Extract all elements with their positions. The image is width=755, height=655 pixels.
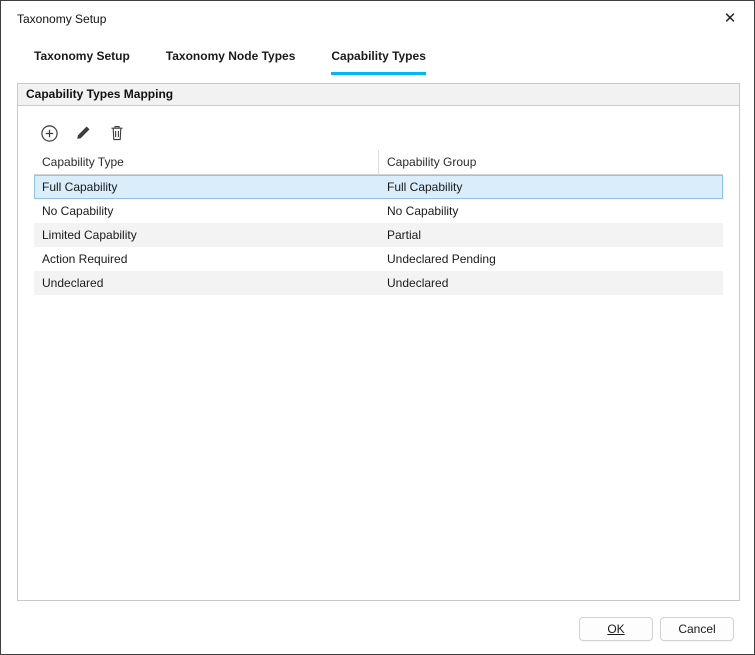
delete-button[interactable]: [106, 122, 128, 144]
column-header-capability-group[interactable]: Capability Group: [379, 155, 723, 169]
cell-capability-group: Undeclared Pending: [379, 252, 723, 266]
ok-button[interactable]: OK: [579, 617, 653, 641]
delete-trash-icon: [109, 124, 125, 142]
tab-taxonomy-node-types[interactable]: Taxonomy Node Types: [166, 49, 296, 75]
table-row[interactable]: Undeclared Undeclared: [34, 271, 723, 295]
group-title: Capability Types Mapping: [18, 84, 739, 106]
cell-capability-group: Undeclared: [379, 276, 723, 290]
cell-capability-group: Partial: [379, 228, 723, 242]
ok-button-label: OK: [607, 622, 624, 636]
table-row[interactable]: Full Capability Full Capability: [34, 175, 723, 199]
cell-capability-group: Full Capability: [379, 180, 723, 194]
add-button[interactable]: [38, 122, 60, 144]
edit-button[interactable]: [72, 122, 94, 144]
edit-pencil-icon: [75, 125, 91, 141]
cell-capability-type: Action Required: [34, 252, 379, 266]
table-header-row: Capability Type Capability Group: [34, 150, 723, 175]
tab-taxonomy-setup[interactable]: Taxonomy Setup: [34, 49, 130, 75]
tab-capability-types[interactable]: Capability Types: [331, 49, 425, 75]
table-row[interactable]: Action Required Undeclared Pending: [34, 247, 723, 271]
capability-types-mapping-group: Capability Types Mapping: [17, 83, 740, 601]
add-circle-icon: [40, 124, 59, 143]
window-title: Taxonomy Setup: [17, 12, 106, 26]
mapping-toolbar: [38, 122, 128, 144]
cell-capability-type: Undeclared: [34, 276, 379, 290]
cell-capability-type: Full Capability: [34, 180, 379, 194]
table-row[interactable]: No Capability No Capability: [34, 199, 723, 223]
cell-capability-type: Limited Capability: [34, 228, 379, 242]
taxonomy-setup-dialog: Taxonomy Setup ✕ Taxonomy Setup Taxonomy…: [0, 0, 755, 655]
close-icon[interactable]: ✕: [710, 3, 750, 33]
cancel-button-label: Cancel: [678, 622, 715, 636]
table-row[interactable]: Limited Capability Partial: [34, 223, 723, 247]
cancel-button[interactable]: Cancel: [660, 617, 734, 641]
column-header-capability-type[interactable]: Capability Type: [34, 150, 379, 174]
tab-strip: Taxonomy Setup Taxonomy Node Types Capab…: [34, 49, 426, 75]
cell-capability-type: No Capability: [34, 204, 379, 218]
cell-capability-group: No Capability: [379, 204, 723, 218]
capability-mapping-table: Capability Type Capability Group Full Ca…: [34, 150, 723, 295]
title-bar: Taxonomy Setup ✕: [1, 1, 754, 37]
